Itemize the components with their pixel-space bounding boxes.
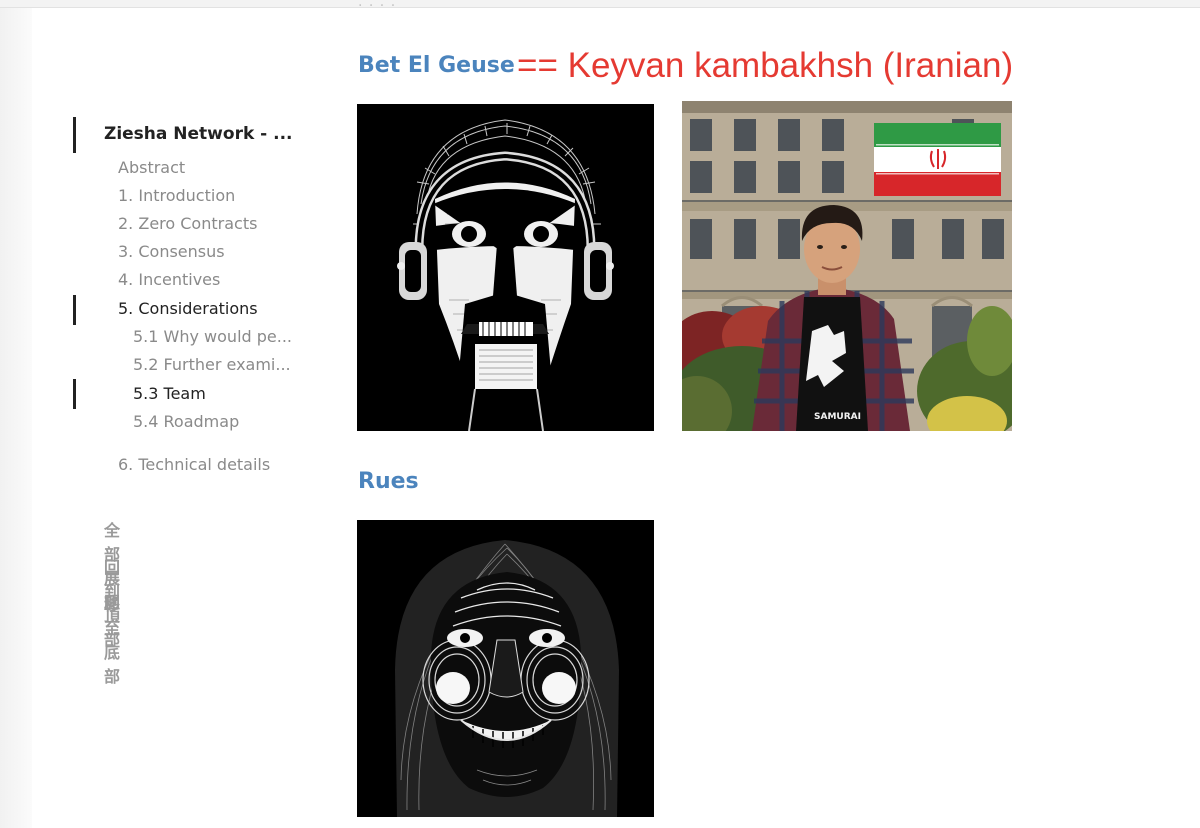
- toc-item-technical-details[interactable]: 6. Technical details: [118, 455, 270, 474]
- toc-item-consensus[interactable]: 3. Consensus: [118, 242, 225, 261]
- shirt-text: SAMURAI: [814, 412, 861, 422]
- member-avatar-masked-figure: [357, 104, 654, 431]
- team-member-name: Bet El Geuse: [358, 53, 515, 78]
- left-gutter: [0, 8, 32, 828]
- toc-item-zero-contracts[interactable]: 2. Zero Contracts: [118, 214, 257, 233]
- browser-top-edge: [0, 0, 1200, 8]
- jump-to-bottom-link[interactable]: 移至底部: [104, 591, 120, 687]
- toc-item-introduction[interactable]: 1. Introduction: [118, 186, 235, 205]
- team-member-name: Rues: [358, 469, 419, 494]
- toc-item-considerations[interactable]: 5. Considerations: [118, 299, 258, 318]
- clipped-text-remnant: · · · ·: [358, 0, 397, 14]
- masked-figure-illustration: [397, 119, 614, 431]
- member-avatar-grinning-figure: [357, 520, 654, 817]
- toc-item-incentives[interactable]: 4. Incentives: [118, 270, 220, 289]
- red-annotation: == Keyvan kambakhsh (Iranian): [517, 46, 1014, 85]
- member-photo-illustration: SAMURAI: [682, 101, 1012, 431]
- member-photo: SAMURAI: [682, 101, 1012, 431]
- toc-active-marker: [73, 295, 76, 325]
- toc-item-abstract[interactable]: Abstract: [118, 158, 185, 177]
- toc-active-marker: [73, 379, 76, 409]
- toc-item-why-would[interactable]: 5.1 Why would pe...: [133, 327, 292, 346]
- toc-title[interactable]: Ziesha Network - ...: [104, 124, 293, 144]
- toc-item-roadmap[interactable]: 5.4 Roadmap: [133, 412, 239, 431]
- iran-flag-icon: [874, 123, 1001, 196]
- toc-active-marker: [73, 117, 76, 153]
- grinning-figure-illustration: [395, 540, 619, 817]
- toc-item-further-examination[interactable]: 5.2 Further exami...: [133, 355, 291, 374]
- toc-item-team[interactable]: 5.3 Team: [133, 384, 206, 403]
